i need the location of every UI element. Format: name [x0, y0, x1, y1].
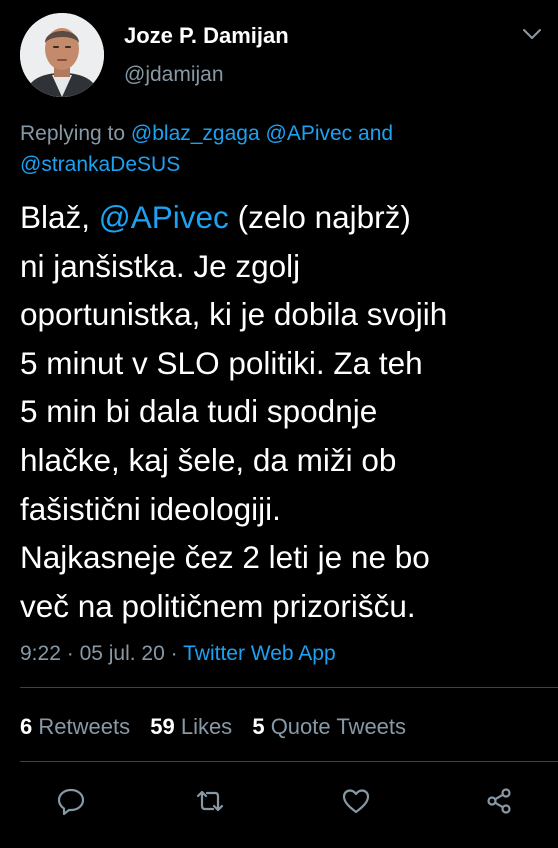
tweet-line: več na političnem prizorišču. [20, 587, 416, 624]
retweet-button[interactable] [195, 786, 225, 816]
likes-label: Likes [180, 714, 233, 739]
divider [20, 761, 558, 762]
reply-icon [57, 788, 85, 816]
reply-context-prefix: Replying to [20, 122, 126, 145]
chevron-down-icon [523, 29, 541, 39]
reply-button[interactable] [56, 786, 86, 816]
more-options-button[interactable] [518, 22, 546, 46]
meta-separator: · [66, 642, 74, 665]
tweet-line: hlačke, kaj šele, da miži ob [20, 441, 397, 478]
avatar-photo [20, 13, 104, 97]
tweet-time[interactable]: 9:22 [20, 642, 61, 665]
tweet-meta: 9:22 · 05 jul. 20 · Twitter Web App [20, 642, 336, 666]
retweet-icon [196, 790, 224, 812]
tweet-source-link[interactable]: Twitter Web App [183, 642, 336, 665]
tweet-text: Blaž, @APivec (zelo najbrž) ni janšistka… [20, 193, 550, 630]
reply-context: Replying to @blaz_zgaga @APivec and @str… [20, 118, 540, 180]
likes-count: 59 [150, 714, 175, 739]
share-button[interactable] [484, 786, 514, 816]
reply-context-joiner[interactable]: and [358, 122, 393, 145]
tweet-date[interactable]: 05 jul. 20 [80, 642, 165, 665]
author-display-name[interactable]: Joze P. Damijan [124, 23, 289, 49]
quote-tweets-count: 5 [252, 714, 265, 739]
tweet-line: ni janšistka. Je zgolj [20, 247, 301, 284]
divider [20, 687, 558, 688]
tweet-line: 5 minut v SLO politiki. Za teh [20, 344, 423, 381]
tweet-stats: 6 Retweets 59 Likes 5 Quote Tweets [20, 714, 420, 740]
quote-tweets-label: Quote Tweets [270, 714, 407, 739]
reply-mention-apivec[interactable]: @APivec [266, 122, 353, 145]
tweet-line: Najkasneje čez 2 leti je ne bo [20, 539, 430, 576]
tweet-line: 5 min bi dala tudi spodnje [20, 393, 378, 430]
heart-icon [342, 789, 370, 814]
tweet-line: Blaž, @APivec (zelo najbrž) [20, 193, 550, 242]
likes-stat[interactable]: 59 Likes [150, 714, 232, 739]
tweet-line: oportunistka, ki je dobila svojih [20, 296, 448, 333]
retweets-count: 6 [20, 714, 33, 739]
meta-separator: · [170, 642, 178, 665]
tweet-mention-apivec[interactable]: @APivec [99, 199, 229, 235]
retweets-label: Retweets [38, 714, 131, 739]
reply-mention-blaz-zgaga[interactable]: @blaz_zgaga [131, 122, 260, 145]
like-button[interactable] [341, 786, 371, 816]
retweets-stat[interactable]: 6 Retweets [20, 714, 130, 739]
tweet-line: fašistični ideologiji. [20, 490, 281, 527]
share-icon [487, 788, 511, 814]
quote-tweets-stat[interactable]: 5 Quote Tweets [252, 714, 406, 739]
author-handle[interactable]: @jdamijan [124, 63, 224, 87]
avatar[interactable] [20, 13, 104, 97]
tweet-text-segment: Blaž, [20, 199, 91, 235]
reply-mention-strankadesus[interactable]: @strankaDeSUS [20, 153, 180, 176]
tweet-text-segment: (zelo najbrž) [237, 199, 411, 235]
